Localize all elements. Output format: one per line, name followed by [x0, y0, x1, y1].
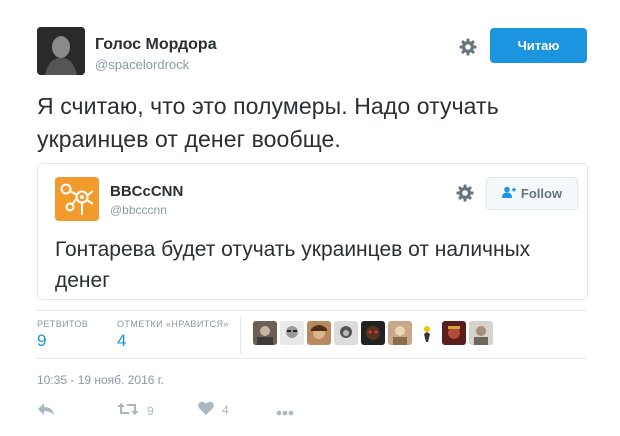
retweets-label[interactable]: РЕТВИТОВ — [37, 319, 88, 329]
quoted-tweet-text: Гонтарева будет отучать украинцев от нал… — [55, 238, 531, 292]
quoted-avatar[interactable] — [55, 177, 99, 221]
settings-gear-icon[interactable] — [458, 37, 478, 57]
add-user-icon — [501, 186, 516, 201]
reply-icon — [37, 402, 55, 419]
likes-label[interactable]: ОТМЕТКИ «НРАВИТСЯ» — [117, 319, 229, 329]
reply-button[interactable] — [37, 402, 55, 419]
tweet-text: Я считаю, что это полумеры. Надо отучать… — [37, 93, 499, 152]
more-dots-icon — [276, 405, 294, 419]
like-action-count: 4 — [222, 402, 229, 417]
like-button[interactable]: 4 — [198, 401, 229, 418]
quoted-settings-gear-icon[interactable] — [455, 183, 475, 203]
liker-avatar[interactable] — [388, 321, 412, 345]
stats-bottom-divider — [37, 358, 586, 359]
quoted-author-handle[interactable]: @bbcccnn — [110, 203, 167, 217]
follow-button[interactable]: Follow — [486, 177, 578, 210]
author-name[interactable]: Голос Мордора — [95, 36, 217, 54]
following-button[interactable]: Читаю — [490, 28, 587, 63]
author-handle[interactable]: @spacelordrock — [95, 57, 189, 72]
liker-avatar[interactable] — [280, 321, 304, 345]
heart-icon — [198, 401, 214, 418]
liker-avatar[interactable] — [361, 321, 385, 345]
retweet-icon — [117, 402, 139, 419]
more-button[interactable] — [276, 405, 294, 419]
liker-avatar[interactable] — [307, 321, 331, 345]
author-avatar[interactable] — [37, 27, 85, 75]
liker-avatar[interactable] — [415, 321, 439, 345]
stats-top-divider — [37, 310, 586, 311]
retweet-action-count: 9 — [147, 403, 154, 418]
liker-avatars — [253, 321, 493, 345]
liker-avatar[interactable] — [334, 321, 358, 345]
retweets-count[interactable]: 9 — [37, 331, 46, 351]
tweet-timestamp[interactable]: 10:35 - 19 нояб. 2016 г. — [37, 373, 164, 387]
follow-button-label: Follow — [520, 186, 563, 201]
liker-avatar[interactable] — [253, 321, 277, 345]
likes-count[interactable]: 4 — [117, 331, 126, 351]
liker-avatar[interactable] — [469, 321, 493, 345]
quoted-author-name[interactable]: BBCcCNN — [110, 183, 183, 200]
retweet-button[interactable]: 9 — [117, 402, 154, 419]
stats-separator — [240, 316, 241, 354]
liker-avatar[interactable] — [442, 321, 466, 345]
